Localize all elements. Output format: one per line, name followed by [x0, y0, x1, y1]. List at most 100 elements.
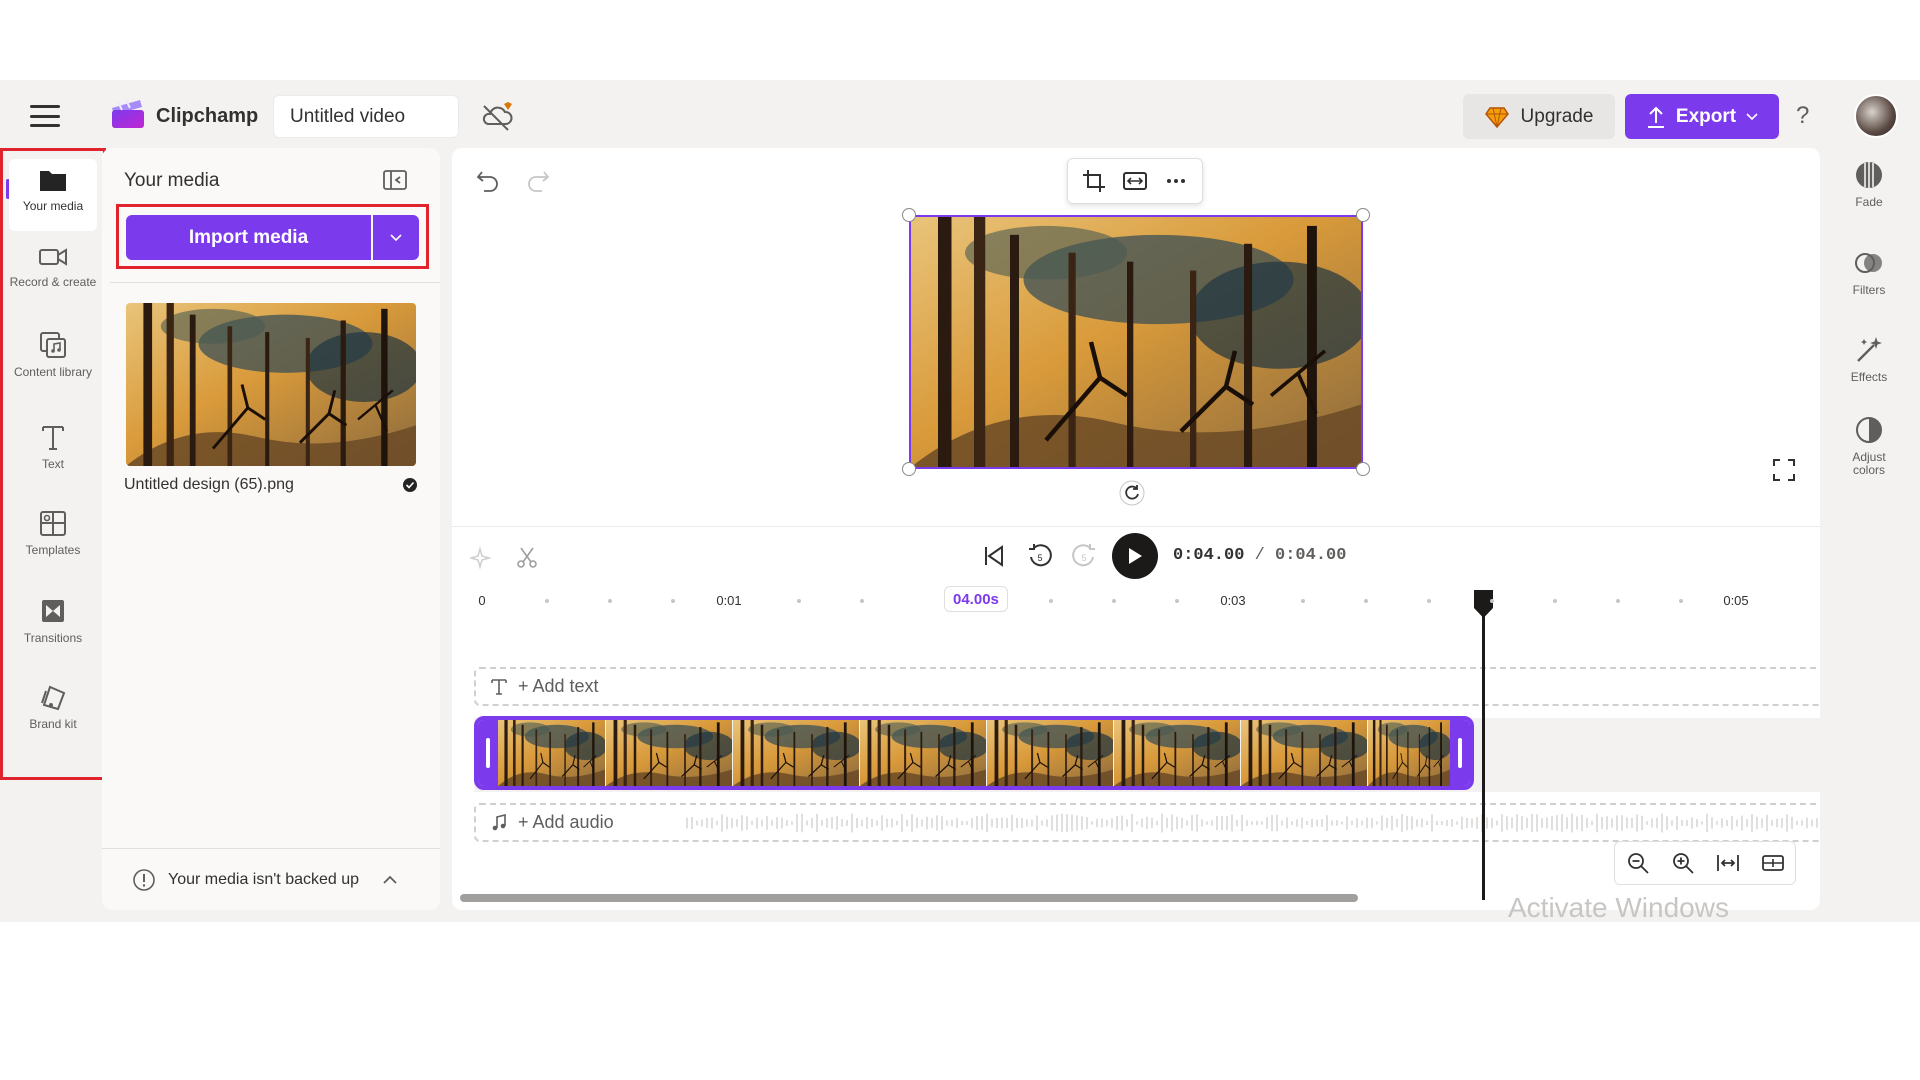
- add-audio-track[interactable]: + Add audio: [474, 803, 1820, 842]
- more-options-icon[interactable]: [1163, 168, 1189, 194]
- nav-item-your-media[interactable]: Your media: [9, 159, 97, 231]
- svg-text:5: 5: [1037, 553, 1042, 563]
- chevron-down-icon: [390, 233, 402, 241]
- svg-text:5: 5: [1081, 553, 1086, 563]
- tick-label: 0: [478, 593, 486, 608]
- play-button[interactable]: [1112, 533, 1158, 579]
- rotate-icon[interactable]: [1119, 480, 1145, 506]
- ruler-tick: [671, 599, 675, 603]
- zoom-controls: [1614, 841, 1796, 885]
- chevron-down-icon: [1746, 112, 1758, 120]
- sparkle-icon: [470, 546, 492, 570]
- clipchamp-logo: [112, 99, 144, 128]
- app-name: Clipchamp: [156, 105, 259, 127]
- audio-waveform-placeholder: [686, 813, 1818, 833]
- fullscreen-icon[interactable]: [1772, 458, 1796, 482]
- nav-item-templates[interactable]: Templates: [9, 509, 97, 557]
- resize-handle-bottom-left[interactable]: [902, 462, 916, 476]
- nav-item-record-create[interactable]: Record & create: [9, 245, 97, 289]
- video-clip[interactable]: [474, 716, 1474, 790]
- tick-label: 0:01: [716, 593, 742, 608]
- hamburger-menu-icon[interactable]: [30, 105, 60, 127]
- crop-icon[interactable]: [1081, 168, 1107, 194]
- skip-to-start-icon[interactable]: [980, 542, 1008, 570]
- camera-icon: [39, 248, 67, 266]
- music-note-icon: [492, 813, 506, 830]
- help-icon[interactable]: ?: [1796, 102, 1809, 130]
- rail-item-filters[interactable]: Filters: [1826, 248, 1912, 297]
- fit-icon[interactable]: [1122, 168, 1148, 194]
- import-media-button[interactable]: Import media: [126, 215, 371, 260]
- time-separator: /: [1254, 546, 1265, 565]
- ruler-tick: [1679, 599, 1683, 603]
- text-icon: [491, 678, 507, 695]
- nav-item-transitions[interactable]: Transitions: [9, 597, 97, 645]
- nav-item-text[interactable]: Text: [9, 423, 97, 471]
- text-icon: [42, 426, 64, 450]
- timeline-scrollbar[interactable]: [460, 894, 1358, 902]
- tick-label: 0:05: [1723, 593, 1749, 608]
- clipchamp-window: Clipchamp Upgrade Export ? Your media: [0, 80, 1920, 923]
- upload-icon: [1647, 106, 1664, 128]
- collapse-panel-icon[interactable]: [382, 168, 408, 192]
- resize-handle-bottom-right[interactable]: [1356, 462, 1370, 476]
- chevron-up-icon: [383, 875, 397, 884]
- video-canvas[interactable]: [909, 215, 1363, 469]
- ruler-tick: [1490, 599, 1494, 603]
- rail-item-effects[interactable]: Effects: [1826, 335, 1912, 384]
- media-panel: Your media Import media Untitled design …: [102, 148, 440, 910]
- undo-icon[interactable]: [476, 168, 500, 192]
- effects-icon: [1857, 337, 1882, 362]
- upgrade-button[interactable]: Upgrade: [1463, 94, 1615, 139]
- resize-handle-top-left[interactable]: [902, 208, 916, 222]
- left-navigation: Your media Record & create Content libra…: [0, 148, 106, 780]
- backup-text: Your media isn't backed up: [168, 870, 360, 888]
- filters-icon: [1855, 253, 1882, 273]
- ruler-tick: [1112, 599, 1116, 603]
- hover-time-badge: 04.00s: [944, 586, 1008, 612]
- import-highlight: Import media: [116, 204, 429, 269]
- rewind-5s-icon[interactable]: 5: [1026, 542, 1054, 570]
- total-time: 0:04.00: [1275, 546, 1347, 565]
- backup-warning[interactable]: Your media isn't backed up: [102, 848, 440, 910]
- zoom-out-icon[interactable]: [1626, 851, 1650, 875]
- clip-filmstrip: [498, 720, 1450, 786]
- redo-icon: [528, 171, 550, 192]
- ruler-tick: [1175, 599, 1179, 603]
- templates-icon: [40, 511, 66, 536]
- trim-handle-right[interactable]: [1450, 720, 1470, 786]
- expand-tracks-icon[interactable]: [1761, 851, 1785, 875]
- library-icon: [40, 332, 66, 358]
- transitions-icon: [42, 600, 64, 622]
- time-display: 0:04.00 / 0:04.00: [1173, 546, 1346, 565]
- activate-windows-watermark: Activate Windows: [1508, 892, 1729, 923]
- media-file-name: Untitled design (65).png: [124, 476, 294, 493]
- cloud-off-premium-icon[interactable]: [480, 100, 516, 132]
- project-title-input[interactable]: [273, 95, 459, 138]
- add-audio-label: + Add audio: [518, 812, 614, 832]
- tick-label: 0:03: [1220, 593, 1246, 608]
- trim-handle-left[interactable]: [478, 720, 498, 786]
- ruler-tick: [1427, 599, 1431, 603]
- fit-timeline-icon[interactable]: [1716, 851, 1740, 875]
- rail-item-adjust-colors[interactable]: Adjust colors: [1826, 415, 1912, 477]
- zoom-in-icon[interactable]: [1671, 851, 1695, 875]
- ruler-tick: [797, 599, 801, 603]
- media-thumbnail[interactable]: [126, 303, 416, 466]
- fade-icon: [1856, 162, 1882, 188]
- import-dropdown-button[interactable]: [373, 215, 419, 260]
- avatar[interactable]: [1854, 94, 1898, 138]
- adjust-colors-icon: [1856, 417, 1882, 443]
- ruler-tick: [1553, 599, 1557, 603]
- export-button[interactable]: Export: [1625, 94, 1779, 139]
- playhead: [1482, 596, 1485, 900]
- playhead-handle[interactable]: [1471, 588, 1496, 620]
- add-text-track[interactable]: + Add text: [474, 667, 1820, 706]
- panel-title: Your media: [124, 170, 220, 191]
- rail-item-fade[interactable]: Fade: [1826, 160, 1912, 209]
- resize-handle-top-right[interactable]: [1356, 208, 1370, 222]
- nav-item-content-library[interactable]: Content library: [9, 331, 97, 379]
- editor-area: 5 5 0:04.00 / 0:04.00 0 0:01 0:03 0:05 0…: [452, 148, 1820, 910]
- scissors-icon[interactable]: [515, 546, 539, 570]
- nav-item-brand-kit[interactable]: Brand kit: [9, 683, 97, 731]
